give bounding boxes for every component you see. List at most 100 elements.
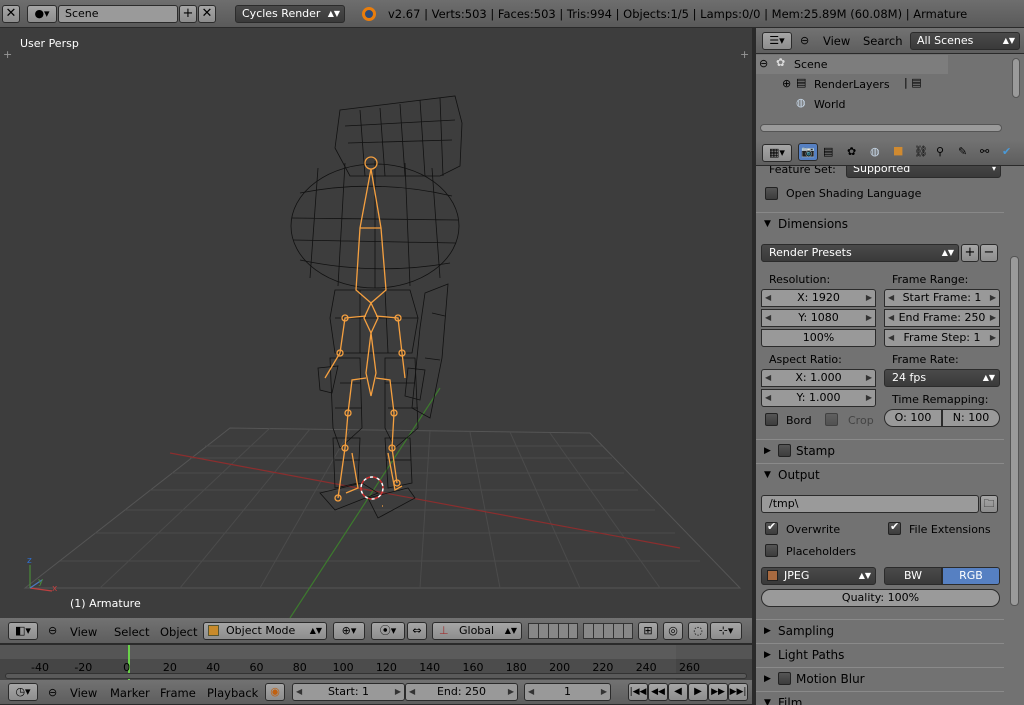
increment-icon[interactable]: ▶ xyxy=(601,684,607,700)
jump-start-icon[interactable]: |◀◀ xyxy=(628,683,648,701)
increment-icon[interactable]: ▶ xyxy=(990,310,996,326)
outliner-item-scene[interactable]: Scene xyxy=(794,58,828,71)
world-tab-icon[interactable]: ◍ xyxy=(870,145,880,158)
properties-toggle-icon[interactable]: + xyxy=(740,48,749,61)
menu-view[interactable]: View xyxy=(823,34,850,48)
decrement-icon[interactable]: ◀ xyxy=(765,290,771,306)
render-presets-select[interactable]: Render Presets ▲▼ xyxy=(761,244,959,262)
increment-icon[interactable]: ▶ xyxy=(866,370,872,386)
play-icon[interactable]: ▶ xyxy=(688,683,708,701)
collapse-menu-icon[interactable]: ⊖ xyxy=(48,624,57,637)
texture-tab-icon[interactable]: ✔ xyxy=(1002,145,1011,158)
frame-step-field[interactable]: ◀ Frame Step: 1 ▶ xyxy=(884,329,1000,347)
remove-preset-icon[interactable]: − xyxy=(980,244,998,262)
outliner-item-renderlayers[interactable]: RenderLayers xyxy=(814,78,890,91)
dimensions-panel-header[interactable]: ▼ Dimensions xyxy=(756,212,1004,234)
output-panel-header[interactable]: ▼ Output xyxy=(756,463,1004,485)
outliner-scope-select[interactable]: All Scenes ▲▼ xyxy=(910,32,1020,50)
output-path-field[interactable]: /tmp\ xyxy=(761,495,979,513)
stamp-panel-header[interactable]: ▶ Stamp xyxy=(756,439,1004,461)
file-extensions-checkbox[interactable] xyxy=(888,520,901,535)
aspect-x-field[interactable]: ◀ X: 1.000 ▶ xyxy=(761,369,876,387)
menu-view[interactable]: View xyxy=(70,686,97,700)
proportional-edit-icon[interactable]: ◌ xyxy=(688,622,708,640)
increment-icon[interactable]: ▶ xyxy=(866,310,872,326)
stamp-checkbox[interactable] xyxy=(778,444,791,457)
menu-object[interactable]: Object xyxy=(160,625,197,639)
3d-viewport[interactable]: z y x User Persp (1) Armature + + xyxy=(0,28,752,618)
data-tab-icon[interactable]: ⚲ xyxy=(936,145,944,158)
decrement-icon[interactable]: ◀ xyxy=(888,330,894,346)
menu-playback[interactable]: Playback xyxy=(207,686,258,700)
file-format-select[interactable]: JPEG ▲▼ xyxy=(761,567,876,585)
border-checkbox[interactable] xyxy=(765,413,778,426)
light-paths-panel-header[interactable]: ▶ Light Paths xyxy=(756,643,1004,665)
color-bw-button[interactable]: BW xyxy=(884,567,942,585)
motion-blur-checkbox[interactable] xyxy=(778,672,791,685)
scene-layers-grid[interactable] xyxy=(528,623,578,639)
current-frame-field[interactable]: ◀ 1 ▶ xyxy=(524,683,611,701)
feature-set-select[interactable]: Supported ▾ xyxy=(846,166,1001,178)
remap-old-field[interactable]: O: 100 xyxy=(884,409,942,427)
increment-icon[interactable]: ▶ xyxy=(990,330,996,346)
jump-keyframe-forward-icon[interactable]: ▶▶ xyxy=(708,683,728,701)
decrement-icon[interactable]: ◀ xyxy=(888,310,894,326)
scene-browse-icon[interactable]: ●▾ xyxy=(27,5,57,23)
end-frame-field[interactable]: ◀ End Frame: 250 ▶ xyxy=(884,309,1000,327)
outliner-item-world[interactable]: World xyxy=(814,98,846,111)
decrement-icon[interactable]: ◀ xyxy=(296,684,302,700)
increment-icon[interactable]: ▶ xyxy=(866,290,872,306)
jump-keyframe-back-icon[interactable]: ◀◀ xyxy=(648,683,668,701)
render-preview-icon[interactable]: ◎ xyxy=(663,622,683,640)
end-frame-field[interactable]: ◀ End: 250 ▶ xyxy=(405,683,518,701)
mode-select[interactable]: Object Mode ▲▼ xyxy=(203,622,327,640)
increment-icon[interactable]: ▶ xyxy=(990,290,996,306)
render-layers-tab-icon[interactable]: ▤ xyxy=(823,145,833,158)
properties-editor-type-icon[interactable]: ▦▾ xyxy=(762,144,792,162)
manipulator-icon[interactable]: ⇔ xyxy=(407,622,427,640)
start-frame-field[interactable]: ◀ Start Frame: 1 ▶ xyxy=(884,289,1000,307)
collapse-icon[interactable]: ⊖ xyxy=(759,57,768,70)
overwrite-checkbox[interactable] xyxy=(765,520,778,535)
decrement-icon[interactable]: ◀ xyxy=(528,684,534,700)
motion-blur-panel-header[interactable]: ▶ Motion Blur xyxy=(756,667,1004,689)
remap-new-field[interactable]: N: 100 xyxy=(942,409,1000,427)
toolshelf-toggle-icon[interactable]: + xyxy=(3,48,12,61)
start-frame-field[interactable]: ◀ Start: 1 ▶ xyxy=(292,683,405,701)
add-preset-icon[interactable]: + xyxy=(961,244,979,262)
render-tab-icon[interactable]: 📷 xyxy=(798,143,818,161)
film-panel-header[interactable]: ▼ Film xyxy=(756,691,1004,705)
file-browser-icon[interactable]: 🗀 xyxy=(980,495,998,513)
frame-rate-select[interactable]: 24 fps ▲▼ xyxy=(884,369,1000,387)
scene-tab-icon[interactable]: ✿ xyxy=(847,145,856,158)
bone-constraints-tab-icon[interactable]: ⚯ xyxy=(980,145,989,158)
transform-orientation-select[interactable]: ⊥ Global ▲▼ xyxy=(432,622,522,640)
increment-icon[interactable]: ▶ xyxy=(866,390,872,406)
constraints-tab-icon[interactable]: ⛓ xyxy=(914,145,928,158)
increment-icon[interactable]: ▶ xyxy=(508,684,514,700)
decrement-icon[interactable]: ◀ xyxy=(409,684,415,700)
pivot-point-icon[interactable]: ⦿▾ xyxy=(371,622,405,640)
resolution-percent-field[interactable]: 100% xyxy=(761,329,876,347)
scene-layers-grid-2[interactable] xyxy=(583,623,633,639)
timeline-scrollbar[interactable] xyxy=(5,673,747,679)
menu-search[interactable]: Search xyxy=(863,34,903,48)
outliner-editor-type-icon[interactable]: ☰▾ xyxy=(762,32,792,50)
decrement-icon[interactable]: ◀ xyxy=(765,370,771,386)
play-reverse-icon[interactable]: ◀ xyxy=(668,683,688,701)
object-tab-icon[interactable]: ■ xyxy=(893,144,903,157)
menu-frame[interactable]: Frame xyxy=(160,686,196,700)
collapse-menu-icon[interactable]: ⊖ xyxy=(48,686,57,699)
snap-icon[interactable]: ⊹▾ xyxy=(710,622,742,640)
outliner-scrollbar[interactable] xyxy=(760,124,1002,132)
add-scene-icon[interactable]: + xyxy=(179,5,197,23)
crop-checkbox[interactable] xyxy=(825,413,838,426)
timeline-editor-type-icon[interactable]: ◷▾ xyxy=(8,683,38,701)
color-rgb-button[interactable]: RGB xyxy=(942,567,1000,585)
menu-select[interactable]: Select xyxy=(114,625,149,639)
increment-icon[interactable]: ▶ xyxy=(395,684,401,700)
lock-camera-icon[interactable]: ⊞ xyxy=(638,622,658,640)
quality-slider[interactable]: Quality: 100% xyxy=(761,589,1000,607)
collapse-menu-icon[interactable]: ⊖ xyxy=(800,34,809,47)
delete-scene-icon[interactable]: ✕ xyxy=(198,5,216,23)
